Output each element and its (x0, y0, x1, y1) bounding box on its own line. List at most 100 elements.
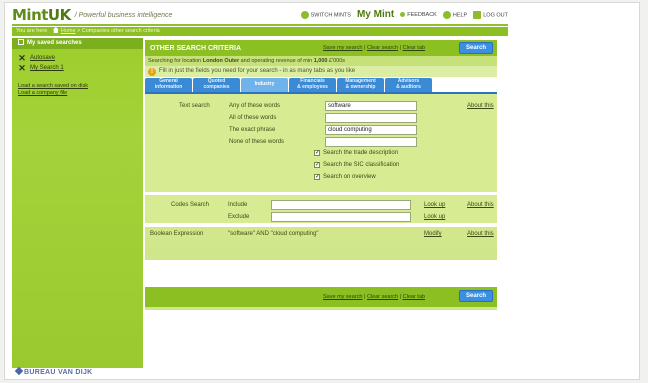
include-lookup-link[interactable]: Look up (424, 202, 445, 208)
codes-search-section: Codes Search Include Exclude Look up Loo… (145, 195, 497, 223)
nav-label: SWITCH MINTS (310, 11, 351, 18)
tab-industry[interactable]: Industry (241, 78, 288, 92)
feedback-icon (400, 11, 406, 17)
bvd-logo: BUREAU VAN DIJK (14, 366, 93, 376)
summary-text: Searching for location (148, 58, 202, 64)
mint-logo[interactable]: MintUK (12, 6, 71, 24)
saved-searches-header: My saved searches (12, 38, 143, 49)
tab-label: information (154, 83, 183, 90)
clear-tab-link[interactable]: Clear tab (403, 294, 425, 300)
saved-search-link[interactable]: Autosave (30, 55, 55, 61)
about-link[interactable]: About this (467, 103, 494, 109)
tab-financials[interactable]: Financials & employees (289, 78, 336, 92)
spacer (145, 260, 497, 287)
tab-label: & employees (297, 83, 328, 90)
tab-quoted[interactable]: Quoted companies (193, 78, 240, 92)
nav-switch-mints[interactable]: SWITCH MINTS (300, 10, 351, 19)
search-button[interactable]: Search (458, 290, 493, 302)
load-company-link[interactable]: Load a company file (18, 90, 137, 97)
saved-list: ✕ Autosave ✕ My Search 1 (12, 49, 143, 73)
summary-text: and operating revenue of min (240, 58, 313, 64)
criteria-links: Save my search | Clear search | Clear ta… (323, 45, 425, 51)
folder-icon (18, 39, 24, 45)
my-mint-link[interactable]: My Mint (357, 9, 394, 20)
exclude-lookup-link[interactable]: Look up (424, 214, 445, 220)
search-summary: Searching for location London Outer and … (145, 56, 497, 66)
exclude-input[interactable] (271, 212, 411, 222)
saved-item: ✕ Autosave (18, 53, 137, 63)
save-search-link[interactable]: Save my search (323, 45, 362, 51)
save-search-link[interactable]: Save my search (323, 294, 362, 300)
checkbox-checked[interactable]: ✓ (314, 162, 320, 168)
summary-unit: £'000s (329, 58, 346, 64)
checkbox-label: Search the SIC classification (323, 162, 400, 168)
summary-value: 1,000 (313, 58, 328, 64)
home-icon (52, 27, 59, 33)
clear-search-link[interactable]: Clear search (367, 45, 398, 51)
all-words-input[interactable] (325, 113, 417, 123)
clear-tab-link[interactable]: Clear tab (403, 45, 425, 51)
codes-search-label: Codes Search (171, 202, 210, 208)
check-sic-classification[interactable]: ✓ Search the SIC classification (314, 162, 399, 168)
boolean-label: Boolean Expression (150, 231, 204, 237)
exact-phrase-input[interactable]: cloud computing (325, 125, 417, 135)
bottom-action-bar: Save my search | Clear search | Clear ta… (145, 287, 497, 307)
search-button[interactable]: Search (458, 42, 493, 54)
any-words-input[interactable]: software (325, 101, 417, 111)
clear-search-link[interactable]: Clear search (367, 294, 398, 300)
warning-icon: ! (148, 67, 156, 76)
load-search-link[interactable]: Load a search saved on disk (18, 83, 137, 90)
nav-label: LOG OUT (483, 11, 508, 18)
saved-search-link[interactable]: My Search 1 (30, 65, 64, 71)
criteria-title: OTHER SEARCH CRITERIA (150, 44, 242, 52)
sidebar-title: My saved searches (27, 40, 82, 46)
include-input[interactable] (271, 200, 411, 210)
tab-label: companies (203, 83, 230, 90)
breadcrumb-current: > Companies other search criteria (77, 28, 160, 34)
breadcrumb-prefix: You are here (16, 28, 48, 34)
none-words-label: None of these words (229, 139, 285, 145)
checkbox-checked[interactable]: ✓ (314, 174, 320, 180)
tab-label: & ownership (345, 83, 376, 90)
checkbox-checked[interactable]: ✓ (314, 150, 320, 156)
tab-advisors[interactable]: Advisors & auditors (385, 78, 432, 92)
exclude-label: Exclude (228, 214, 250, 220)
none-words-input[interactable] (325, 137, 417, 147)
logo-suffix: UK (47, 6, 71, 24)
text-search-section: Text search About this Any of these word… (145, 94, 497, 192)
load-links: Load a search saved on disk Load a compa… (12, 73, 143, 97)
sidebar: My saved searches ✕ Autosave ✕ My Search 1… (12, 38, 143, 368)
summary-location: London Outer (202, 58, 240, 64)
nav-help[interactable]: HELP (442, 10, 468, 19)
hint-text: Fill in just the fields you need for you… (159, 68, 356, 74)
nav-logout[interactable]: LOG OUT (473, 10, 508, 19)
criteria-header: OTHER SEARCH CRITERIA Save my search | C… (145, 40, 497, 56)
modify-link[interactable]: Modify (424, 231, 442, 237)
mymint-a: My (356, 9, 371, 20)
breadcrumb-home[interactable]: Home (61, 28, 76, 34)
about-link[interactable]: About this (467, 202, 494, 208)
boolean-section: Boolean Expression "software" AND "cloud… (145, 227, 497, 247)
tab-general[interactable]: General information (145, 78, 192, 92)
bvd-mark-icon (14, 366, 24, 376)
bottom-links: Save my search | Clear search | Clear ta… (323, 294, 425, 300)
mymint-b: Mint (373, 9, 395, 20)
checkbox-label: Search the trade description (323, 150, 399, 156)
delete-icon[interactable]: ✕ (18, 63, 26, 74)
all-words-label: All of these words (229, 115, 277, 121)
nav-label: HELP (452, 11, 468, 18)
tab-management[interactable]: Management & ownership (337, 78, 384, 92)
check-trade-description[interactable]: ✓ Search the trade description (314, 150, 398, 156)
about-link[interactable]: About this (467, 231, 494, 237)
top-header: MintUK / Powerful business intelligence … (12, 6, 508, 26)
text-search-label: Text search (179, 103, 210, 109)
nav-feedback[interactable]: FEEDBACK (400, 12, 437, 18)
check-overview[interactable]: ✓ Search on overview (314, 174, 376, 180)
checkbox-label: Search on overview (323, 174, 376, 180)
hint-note: ! Fill in just the fields you need for yo… (145, 66, 497, 77)
breadcrumb: You are here Home > Companies other sear… (12, 27, 508, 36)
brand-text: BUREAU VAN DIJK (24, 369, 93, 376)
help-icon (442, 10, 451, 19)
include-label: Include (228, 202, 248, 208)
logo-text: Mint (12, 6, 48, 24)
